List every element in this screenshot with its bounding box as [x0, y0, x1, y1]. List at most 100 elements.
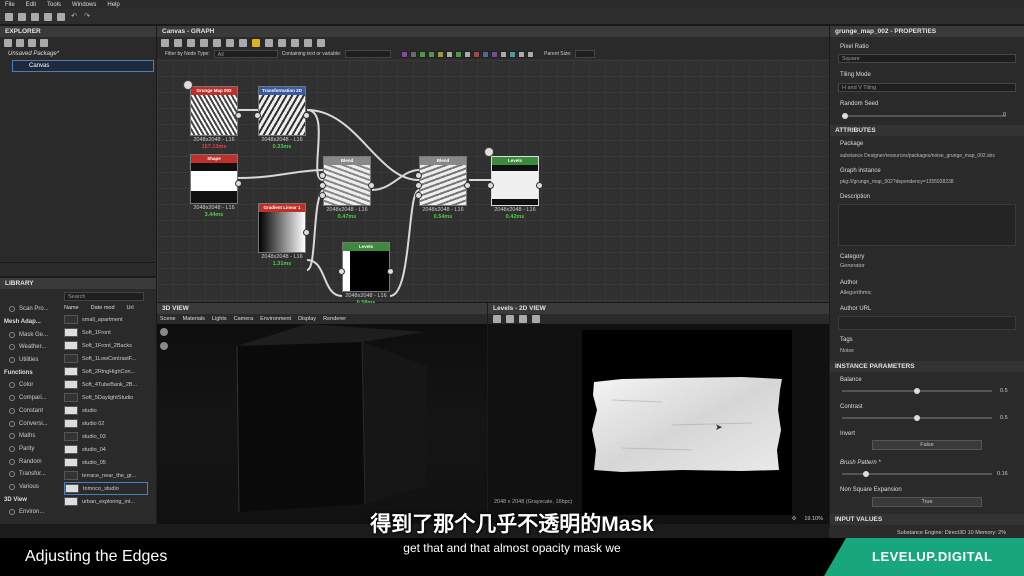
author-value[interactable]: Allegorithmic: [840, 290, 871, 296]
tiling-select[interactable]: H and V Tiling: [838, 83, 1016, 92]
graph-node[interactable]: Shape: [190, 154, 238, 204]
grid-icon[interactable]: [265, 39, 273, 47]
save-icon[interactable]: [44, 12, 52, 21]
export-icon[interactable]: [28, 39, 36, 47]
redo-icon[interactable]: ↷: [83, 13, 91, 21]
view3d-menu-item[interactable]: Renderer: [323, 316, 346, 322]
library-tree-item[interactable]: Scan Pro...: [0, 303, 62, 316]
graph-options-icon[interactable]: [291, 39, 299, 47]
pan-icon[interactable]: [174, 39, 182, 47]
copy-icon[interactable]: [493, 315, 501, 323]
light-icon[interactable]: [160, 342, 168, 350]
menu-file[interactable]: File: [5, 2, 15, 8]
library-asset[interactable]: urban_exploring_int...: [64, 495, 148, 508]
seed-knob[interactable]: [842, 113, 848, 119]
col-name[interactable]: Name: [64, 305, 79, 311]
author-url-field[interactable]: [838, 316, 1016, 330]
graph-node[interactable]: Blend: [323, 156, 371, 206]
node-input-port[interactable]: [319, 192, 326, 199]
node-input-port[interactable]: [415, 172, 422, 179]
library-asset[interactable]: studio_05: [64, 456, 148, 469]
contrast-value[interactable]: 0.5: [1000, 415, 1008, 421]
library-tree-item[interactable]: Maths: [0, 430, 62, 443]
node-output-port[interactable]: [368, 182, 375, 189]
library-asset[interactable]: Soft_1Front_2Backs: [64, 339, 148, 352]
view3d-menu-item[interactable]: Camera: [234, 316, 254, 322]
view3d-menu-item[interactable]: Lights: [212, 316, 227, 322]
view3d-menu-item[interactable]: Display: [298, 316, 316, 322]
open-icon[interactable]: [31, 12, 39, 21]
node-input-port[interactable]: [415, 182, 422, 189]
view3d-menu-item[interactable]: Scene: [160, 316, 176, 322]
library-asset[interactable]: terrace_near_the_gr...: [64, 469, 148, 482]
library-tree-item[interactable]: Constant: [0, 405, 62, 418]
graph-node[interactable]: Gradient Linear 1: [258, 203, 306, 253]
brush-value[interactable]: 0.16: [997, 471, 1008, 477]
library-tree-item[interactable]: Transfor...: [0, 468, 62, 481]
crop-icon[interactable]: [317, 39, 325, 47]
library-asset[interactable]: studio 02: [64, 417, 148, 430]
view3d-menu-item[interactable]: Materials: [183, 316, 205, 322]
node-output-port[interactable]: [235, 180, 242, 187]
atomic-node-icon[interactable]: [518, 50, 526, 58]
comment-icon[interactable]: [239, 39, 247, 47]
atomic-node-icon[interactable]: [437, 50, 445, 58]
graph-node[interactable]: Transformation 2D: [258, 86, 306, 136]
node-input-port[interactable]: [415, 192, 422, 199]
library-asset[interactable]: Soft_4TubeBank_2B...: [64, 378, 148, 391]
link-icon[interactable]: [226, 39, 234, 47]
node-input-port[interactable]: [319, 172, 326, 179]
export-graph-icon[interactable]: [304, 39, 312, 47]
library-tree-item[interactable]: Parity: [0, 443, 62, 456]
node-input-port[interactable]: [338, 268, 345, 275]
canvas-item[interactable]: Canvas: [12, 60, 154, 72]
description-field[interactable]: [838, 204, 1016, 246]
node-output-port[interactable]: [303, 112, 310, 119]
nonsquare-toggle[interactable]: True: [872, 497, 982, 507]
menu-edit[interactable]: Edit: [26, 2, 36, 8]
upload-icon[interactable]: [40, 39, 48, 47]
node-output-port[interactable]: [303, 229, 310, 236]
camera-icon[interactable]: [160, 328, 168, 336]
align-icon[interactable]: [213, 39, 221, 47]
instance-params-header[interactable]: INSTANCE PARAMETERS: [830, 361, 1024, 372]
library-tree-item[interactable]: Random: [0, 455, 62, 468]
atomic-node-icon[interactable]: [500, 50, 508, 58]
atomic-node-icon[interactable]: [428, 50, 436, 58]
atomic-node-icon[interactable]: [419, 50, 427, 58]
contain-input[interactable]: [345, 50, 392, 58]
balance-slider[interactable]: [842, 388, 992, 394]
library-asset[interactable]: small_apartment: [64, 313, 148, 326]
atomic-node-icon[interactable]: [482, 50, 490, 58]
library-asset[interactable]: Soft_2RingHighCon...: [64, 365, 148, 378]
save-image-icon[interactable]: [506, 315, 514, 323]
seed-value[interactable]: 0: [1003, 112, 1006, 118]
atomic-node-icon[interactable]: [410, 50, 418, 58]
library-asset[interactable]: studio_04: [64, 443, 148, 456]
library-tree-item[interactable]: Functions: [0, 366, 62, 379]
save-all-icon[interactable]: [57, 12, 65, 21]
library-asset[interactable]: tomoco_studio: [64, 482, 148, 495]
node-output-port[interactable]: [464, 182, 471, 189]
graph-canvas[interactable]: Grunge Map 002 2048x2048 - L16 157.13ms Tra…: [157, 60, 829, 306]
atomic-node-icon[interactable]: [473, 50, 481, 58]
zoom-icon[interactable]: [187, 39, 195, 47]
node-input-port[interactable]: [487, 182, 494, 189]
node-output-port[interactable]: [387, 268, 394, 275]
library-tree-item[interactable]: Compari...: [0, 392, 62, 405]
menu-tools[interactable]: Tools: [47, 2, 61, 8]
library-tree-item[interactable]: Weather...: [0, 341, 62, 354]
settings-icon[interactable]: [278, 39, 286, 47]
graph-node[interactable]: Levels: [491, 156, 539, 206]
col-url[interactable]: Url: [127, 305, 134, 311]
library-asset[interactable]: Soft_1Front: [64, 326, 148, 339]
library-tree-item[interactable]: Conversi...: [0, 417, 62, 430]
atomic-node-icon[interactable]: [446, 50, 454, 58]
balance-value[interactable]: 0.5: [1000, 388, 1008, 394]
atomic-node-icon[interactable]: [491, 50, 499, 58]
menu-windows[interactable]: Windows: [72, 2, 96, 8]
library-search[interactable]: Search: [64, 292, 144, 301]
library-asset[interactable]: Soft_5DaylightStudio: [64, 391, 148, 404]
view3d-viewport[interactable]: [157, 324, 487, 524]
brush-slider[interactable]: [842, 471, 992, 477]
